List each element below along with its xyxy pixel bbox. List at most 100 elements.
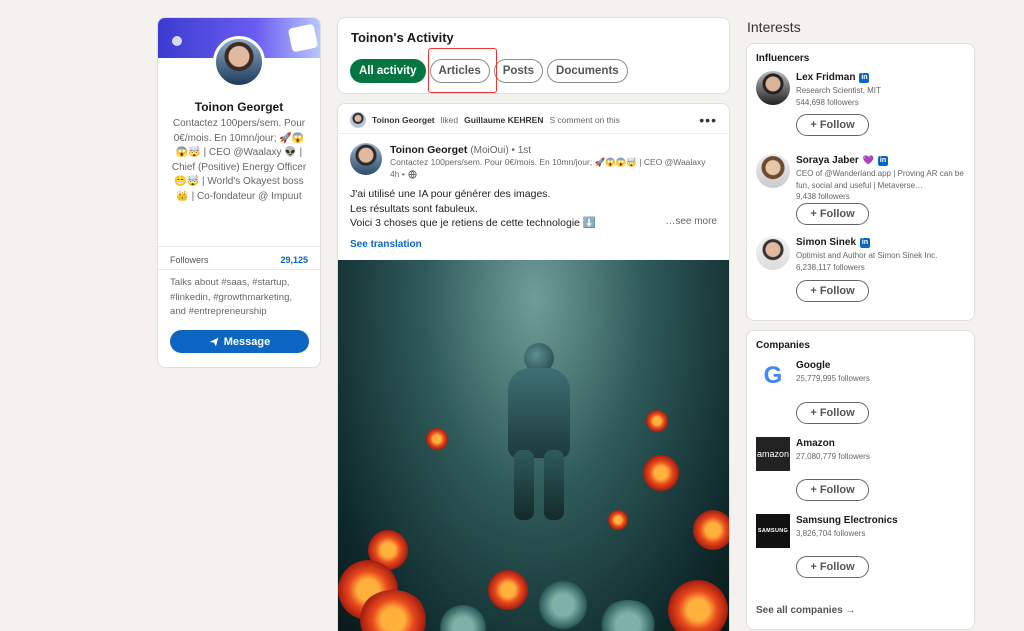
see-translation-link[interactable]: See translation — [350, 239, 422, 250]
company-followers: 27,080,779 followers — [796, 452, 870, 461]
linkedin-icon: in — [859, 72, 870, 83]
influencer-name[interactable]: Soraya Jaber — [796, 155, 859, 166]
follow-button[interactable]: + Follow — [796, 402, 869, 424]
activity-tabs: All activity Articles Posts Documents — [350, 59, 628, 83]
amazon-logo-icon[interactable]: amazon — [756, 437, 790, 471]
diver-leg — [514, 450, 534, 520]
heart-icon: 💜 — [862, 155, 875, 165]
post-line-2: Les résultats sont fabuleux. — [350, 202, 478, 215]
author-pronoun: (MoiOui) • 1st — [470, 145, 532, 156]
follow-button[interactable]: + Follow — [796, 280, 869, 302]
comment-text: S comment on this — [549, 115, 620, 125]
follow-button[interactable]: + Follow — [796, 203, 869, 225]
influencer-avatar[interactable] — [756, 71, 790, 105]
influencer-name-line[interactable]: Soraya Jaber 💜 in — [796, 155, 889, 166]
follow-button[interactable]: + Follow — [796, 114, 869, 136]
company-name[interactable]: Samsung Electronics — [796, 515, 898, 526]
influencer-headline: CEO of @Wanderland.app | Proving AR can … — [796, 169, 964, 190]
divider — [158, 269, 320, 270]
influencer-name[interactable]: Lex Fridman — [796, 72, 855, 83]
companies-card: Companies G Google 25,779,995 followers … — [746, 330, 975, 630]
samsung-logo-icon[interactable]: SAMSUNG — [756, 514, 790, 548]
tab-all-activity[interactable]: All activity — [350, 59, 426, 83]
target-name[interactable]: Guillaume KEHREN — [464, 115, 543, 125]
send-icon — [209, 337, 219, 346]
liked-text: liked — [440, 115, 459, 125]
divider — [338, 133, 729, 134]
rocket-icon — [172, 36, 182, 46]
linkedin-icon: in — [878, 155, 889, 166]
see-more-link[interactable]: …see more — [665, 216, 717, 227]
followers-count: 29,125 — [280, 255, 308, 265]
profile-card: Toinon Georget Contactez 100pers/sem. Po… — [157, 17, 321, 368]
divider — [158, 246, 320, 247]
post-line-3: Voici 3 choses que je retiens de cette t… — [350, 217, 596, 229]
influencer-followers: 9,438 followers — [796, 192, 850, 201]
influencer-name-line[interactable]: Simon Sinek in — [796, 237, 871, 248]
post-time: 4h • — [390, 169, 417, 179]
flower — [488, 570, 528, 610]
flower — [646, 410, 668, 432]
talks-about: Talks about #saas, #startup, #linkedin, … — [170, 277, 293, 318]
coral — [538, 580, 588, 630]
profile-avatar[interactable] — [213, 36, 265, 88]
see-all-companies-link[interactable]: See all companies → — [756, 605, 856, 616]
influencers-card: Influencers Lex Fridman in Research Scie… — [746, 43, 975, 321]
banner-card-image — [287, 23, 319, 53]
flower — [426, 428, 448, 450]
influencer-headline: Research Scientist, MIT — [796, 86, 881, 95]
flower — [668, 580, 728, 631]
company-followers: 25,779,995 followers — [796, 374, 870, 383]
post-line-1: J'ai utilisé une IA pour générer des ima… — [350, 188, 551, 200]
influencers-title: Influencers — [756, 53, 810, 64]
tab-articles[interactable]: Articles — [429, 59, 490, 83]
coral — [598, 600, 658, 631]
author-avatar[interactable] — [350, 143, 382, 175]
liker-avatar[interactable] — [350, 112, 366, 128]
company-name[interactable]: Amazon — [796, 438, 835, 449]
profile-headline: Contactez 100pers/sem. Pour 0€/mois. En … — [171, 118, 307, 202]
message-button[interactable]: Message — [170, 330, 309, 353]
flower — [608, 510, 628, 530]
flower — [693, 510, 729, 550]
author-headline: Contactez 100pers/sem. Pour 0€/mois. En … — [390, 157, 706, 167]
influencer-name[interactable]: Simon Sinek — [796, 237, 856, 248]
influencer-headline: Optimist and Author at Simon Sinek Inc. — [796, 251, 938, 260]
company-followers: 3,826,704 followers — [796, 529, 866, 538]
follow-button[interactable]: + Follow — [796, 479, 869, 501]
influencer-followers: 544,698 followers — [796, 97, 859, 107]
interests-title: Interests — [747, 19, 801, 35]
influencer-followers: 6,238,117 followers — [796, 262, 865, 272]
influencer-desc: Research Scientist, MIT 544,698 follower… — [796, 85, 966, 108]
companies-title: Companies — [756, 340, 810, 351]
company-name[interactable]: Google — [796, 360, 830, 371]
diver-leg — [544, 450, 564, 520]
profile-name[interactable]: Toinon Georget — [158, 100, 320, 114]
tab-posts[interactable]: Posts — [493, 59, 544, 83]
post-card: Toinon Georget liked Guillaume KEHREN S … — [337, 103, 730, 631]
follow-button[interactable]: + Follow — [796, 556, 869, 578]
post-time-text: 4h • — [390, 169, 405, 179]
coral — [438, 605, 488, 631]
post-image[interactable] — [338, 260, 729, 631]
post-body: J'ai utilisé une IA pour générer des ima… — [350, 187, 717, 231]
tab-documents[interactable]: Documents — [547, 59, 628, 83]
influencer-name-line[interactable]: Lex Fridman in — [796, 72, 870, 83]
author-name-line[interactable]: Toinon Georget (MoiOui) • 1st — [390, 144, 531, 156]
influencer-desc: Optimist and Author at Simon Sinek Inc. … — [796, 250, 966, 273]
message-label: Message — [223, 335, 271, 348]
diver-body — [508, 368, 570, 458]
author-name[interactable]: Toinon Georget — [390, 144, 467, 156]
google-logo-icon[interactable]: G — [756, 359, 790, 393]
linkedin-icon: in — [860, 237, 871, 248]
influencer-avatar[interactable] — [756, 236, 790, 270]
activity-title: Toinon's Activity — [351, 30, 454, 45]
flower — [643, 455, 679, 491]
more-options-icon[interactable]: ••• — [699, 112, 717, 128]
influencer-desc: CEO of @Wanderland.app | Proving AR can … — [796, 168, 966, 203]
post-context-bar: Toinon Georget liked Guillaume KEHREN S … — [350, 112, 717, 128]
followers-row: Followers 29,125 — [170, 255, 308, 265]
liker-name[interactable]: Toinon Georget — [372, 115, 435, 125]
influencer-avatar[interactable] — [756, 154, 790, 188]
globe-icon — [408, 169, 417, 179]
